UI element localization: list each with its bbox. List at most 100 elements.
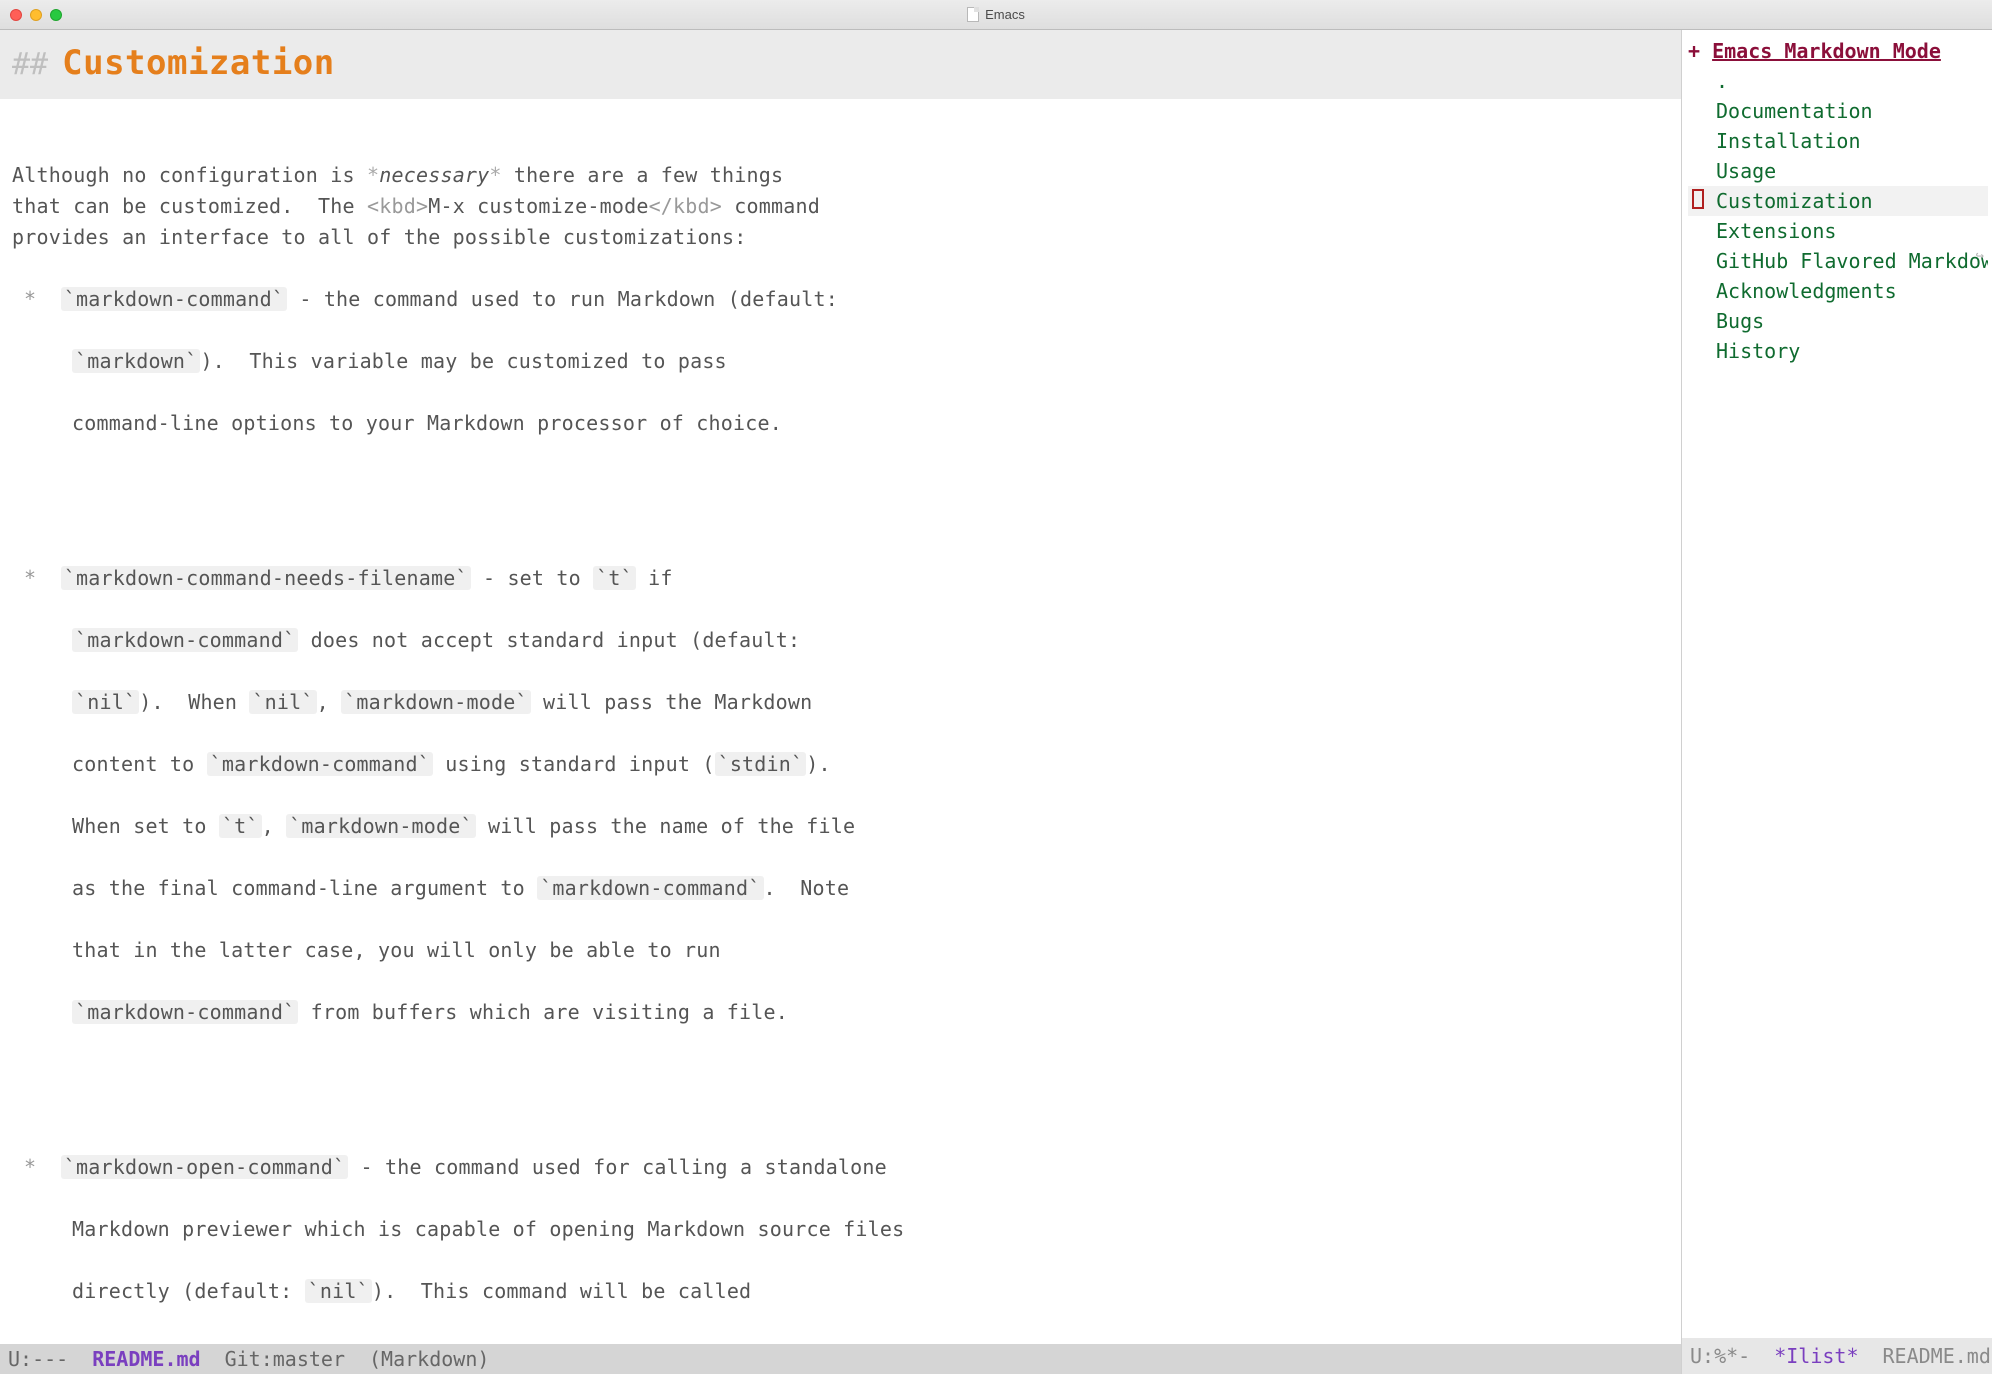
markup-asterisk: *	[489, 163, 501, 187]
zoom-icon[interactable]	[50, 9, 62, 21]
code-span: `t`	[593, 566, 636, 590]
text: ,	[317, 690, 341, 714]
modeline-buffer-name: *Ilist*	[1774, 1341, 1858, 1371]
text: from buffers which are visiting a file.	[298, 1000, 788, 1024]
ilist-item[interactable]: Acknowledgments	[1688, 276, 1988, 306]
text: ). When	[139, 690, 249, 714]
list-item-cont: When set to `t`, `markdown-mode` will pa…	[12, 811, 1669, 842]
text: if	[636, 566, 673, 590]
list-item-cont: `markdown-command` from buffers which ar…	[12, 997, 1669, 1028]
html-tag: </kbd>	[649, 194, 722, 218]
window-title-text: Emacs	[985, 5, 1025, 25]
text: When set to	[72, 814, 219, 838]
code-span: `markdown-mode`	[341, 690, 531, 714]
modeline-file: README.md	[1883, 1341, 1991, 1371]
emphasis-text: necessary	[379, 163, 489, 187]
code-span: `nil`	[72, 690, 139, 714]
code-span: `stdin`	[715, 752, 807, 776]
text: provides an interface to all of the poss…	[12, 225, 746, 249]
heading-text: Customization	[62, 38, 335, 89]
heading-prefix: ##	[12, 42, 48, 87]
text: - the command used for calling a standal…	[348, 1155, 887, 1179]
text: . Note	[764, 876, 850, 900]
ilist-item[interactable]: GitHub Flavored Markdown↪	[1688, 246, 1988, 276]
text: - the command used to run Markdown (defa…	[287, 287, 838, 311]
list-item-cont: `markdown`). This variable may be custom…	[12, 346, 1669, 377]
code-span: `markdown-mode`	[286, 814, 476, 838]
ilist-item[interactable]: Documentation	[1688, 96, 1988, 126]
side-pane: + Emacs Markdown Mode .DocumentationInst…	[1682, 30, 1992, 1374]
list-item-cont: content to `markdown-command` using stan…	[12, 749, 1669, 780]
text: will pass the Markdown	[531, 690, 813, 714]
list-item: * `markdown-open-command` - the command …	[12, 1152, 1669, 1183]
code-span: `markdown-command`	[207, 752, 433, 776]
code-span: `markdown`	[72, 349, 200, 373]
ilist-root[interactable]: + Emacs Markdown Mode	[1688, 36, 1988, 66]
text: as the final command-line argument to	[72, 876, 537, 900]
imenu-list[interactable]: + Emacs Markdown Mode .DocumentationInst…	[1682, 30, 1992, 1338]
modeline-major-mode: (Markdown)	[369, 1344, 489, 1374]
modeline-main[interactable]: U:--- README.md Git:master (Markdown)	[0, 1344, 1681, 1374]
text: content to	[72, 752, 207, 776]
ilist-item[interactable]: .	[1688, 66, 1988, 96]
bullet-icon: *	[24, 566, 36, 590]
kbd-text: M-x customize-mode	[428, 194, 648, 218]
list-item-cont: that in the latter case, you will only b…	[12, 935, 1669, 966]
document-icon	[967, 7, 979, 22]
editor-buffer[interactable]: Although no configuration is *necessary*…	[0, 99, 1681, 1344]
text: will pass the name of the file	[476, 814, 855, 838]
code-span: `markdown-command`	[72, 1000, 298, 1024]
text: command	[722, 194, 820, 218]
modeline-side[interactable]: U:%*- *Ilist* README.md	[1682, 1338, 1992, 1374]
cursor-icon	[1692, 189, 1704, 209]
markup-asterisk: *	[367, 163, 379, 187]
code-span: `nil`	[305, 1279, 372, 1303]
text: command-line options to your Markdown pr…	[72, 411, 782, 435]
text: ). This variable may be customized to pa…	[200, 349, 726, 373]
html-tag: <kbd>	[367, 194, 428, 218]
text: that can be customized. The	[12, 194, 367, 218]
text: ). This command will be called	[372, 1279, 751, 1303]
ilist-item[interactable]: Customization	[1688, 186, 1988, 216]
text: that in the latter case, you will only b…	[72, 938, 721, 962]
text: Markdown previewer which is capable of o…	[72, 1217, 904, 1241]
code-span: `markdown-open-command`	[61, 1155, 349, 1179]
modeline-status: U:---	[8, 1344, 68, 1374]
truncate-arrow-icon: ↪	[1976, 246, 1984, 267]
heading-bar: ## Customization	[0, 30, 1681, 99]
window-controls	[10, 9, 62, 21]
text: does not accept standard input (default:	[298, 628, 800, 652]
text: there are a few things	[502, 163, 784, 187]
titlebar: Emacs	[0, 0, 1992, 30]
expand-icon[interactable]: +	[1688, 39, 1700, 63]
bullet-icon: *	[24, 1155, 36, 1179]
modeline-buffer-name: README.md	[92, 1344, 200, 1374]
ilist-item[interactable]: Extensions	[1688, 216, 1988, 246]
text: Although no configuration is	[12, 163, 367, 187]
ilist-item[interactable]: History	[1688, 336, 1988, 366]
code-span: `markdown-command`	[61, 287, 287, 311]
ilist-item[interactable]: Installation	[1688, 126, 1988, 156]
list-item-cont: command-line options to your Markdown pr…	[12, 408, 1669, 439]
ilist-item[interactable]: Usage	[1688, 156, 1988, 186]
text: - set to	[471, 566, 593, 590]
code-span: `nil`	[249, 690, 316, 714]
code-span: `markdown-command`	[537, 876, 763, 900]
list-item: * `markdown-command` - the command used …	[12, 284, 1669, 315]
ilist-item[interactable]: Bugs	[1688, 306, 1988, 336]
text: directly (default:	[72, 1279, 305, 1303]
code-span: `t`	[219, 814, 262, 838]
minimize-icon[interactable]	[30, 9, 42, 21]
text: using standard input (	[433, 752, 715, 776]
text: ).	[806, 752, 830, 776]
modeline-git: Git:master	[225, 1344, 345, 1374]
list-item-cont: directly (default: `nil`). This command …	[12, 1276, 1669, 1307]
list-item-cont: `nil`). When `nil`, `markdown-mode` will…	[12, 687, 1669, 718]
list-item-cont: `markdown-command` does not accept stand…	[12, 625, 1669, 656]
code-span: `markdown-command`	[72, 628, 298, 652]
modeline-status: U:%*-	[1690, 1341, 1750, 1371]
ilist-root-label[interactable]: Emacs Markdown Mode	[1712, 39, 1941, 63]
close-icon[interactable]	[10, 9, 22, 21]
bullet-icon: *	[24, 287, 36, 311]
code-span: `markdown-command-needs-filename`	[61, 566, 471, 590]
